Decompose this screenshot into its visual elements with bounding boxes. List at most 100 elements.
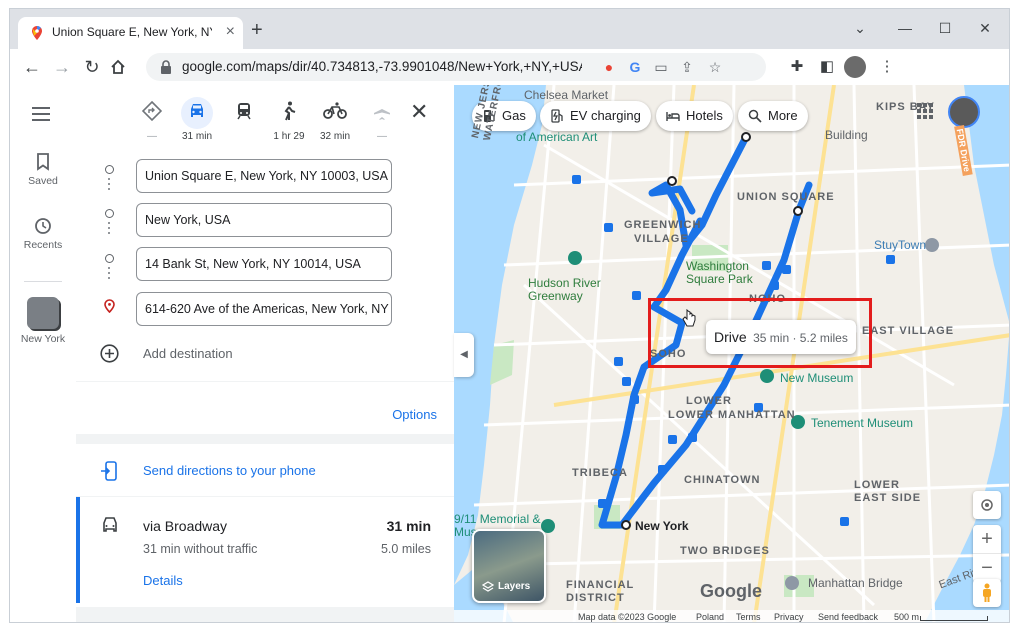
- directions-inputs-card: — 31 min 1 hr 29 32 min — ✕ Union Square…: [76, 85, 454, 381]
- send-to-phone-label: Send directions to your phone: [143, 463, 316, 478]
- map-label-kips-bay: KIPS BAY: [876, 101, 935, 113]
- history-icon: [35, 218, 51, 234]
- close-window-button[interactable]: ✕: [965, 15, 1005, 41]
- chip-ev-charging[interactable]: EV charging: [540, 101, 651, 131]
- pegman-button[interactable]: [973, 579, 1001, 607]
- recents-button[interactable]: Recents: [10, 217, 76, 251]
- maximize-button[interactable]: ☐: [925, 15, 965, 41]
- stop-connector: [108, 219, 111, 237]
- collapse-panel-button[interactable]: ◀: [454, 333, 474, 377]
- send-to-phone-card[interactable]: Send directions to your phone: [76, 444, 454, 496]
- home-icon[interactable]: [110, 59, 126, 75]
- install-app-icon[interactable]: ▭: [652, 58, 670, 76]
- close-directions-icon[interactable]: ✕: [410, 101, 428, 123]
- reload-icon[interactable]: ↻: [80, 55, 104, 79]
- browser-window: Union Square E, New York, NY 10... × + ⌄…: [9, 8, 1010, 623]
- map-canvas[interactable]: Gas EV charging Hotels More KIPS BAY Bui…: [454, 85, 1009, 622]
- destination-pin-icon: [104, 299, 115, 313]
- options-button[interactable]: Options: [392, 407, 437, 422]
- url-text[interactable]: google.com/maps/dir/40.734813,-73.990104…: [182, 59, 582, 74]
- map-label-washington-park: Washington Square Park: [686, 259, 753, 286]
- map-scale[interactable]: 500 m: [894, 612, 919, 622]
- menu-kebab-icon[interactable]: ⋮: [876, 56, 898, 78]
- minimize-button[interactable]: —: [885, 15, 925, 41]
- tab-search-icon[interactable]: ⌄: [840, 15, 880, 41]
- map-label-new-york: New York: [635, 519, 689, 533]
- map-label-building: Building: [825, 128, 868, 142]
- account-avatar[interactable]: [948, 96, 980, 128]
- share-icon[interactable]: ⇪: [678, 58, 696, 76]
- footer-privacy[interactable]: Privacy: [774, 612, 804, 622]
- map-label-chinatown: CHINATOWN: [684, 474, 761, 486]
- map-label-greenwich: GREENWICH: [624, 219, 702, 231]
- options-card: Options: [76, 382, 454, 434]
- browser-toolbar: ← → ↻ google.com/maps/dir/40.734813,-73.…: [10, 49, 1009, 86]
- tab-title: Union Square E, New York, NY 10...: [52, 25, 212, 39]
- mode-cycling-label: 32 min: [319, 131, 350, 142]
- stop-marker: [621, 520, 631, 530]
- mode-cycling[interactable]: 32 min: [313, 97, 357, 142]
- stop-1-circle-icon: [105, 165, 114, 174]
- chip-more-label: More: [768, 108, 798, 123]
- footer-send-feedback[interactable]: Send feedback: [818, 612, 878, 622]
- mode-flights[interactable]: —: [360, 97, 404, 142]
- zoom-in-button[interactable]: +: [973, 525, 1001, 554]
- stop-1-input[interactable]: Union Square E, New York, NY 10003, USA: [136, 159, 392, 193]
- bookmark-icon: [37, 153, 49, 171]
- profile-avatar[interactable]: [844, 56, 866, 78]
- airplane-icon: [374, 102, 390, 120]
- map-label-lower-manhattan: LOWER MANHATTAN: [668, 409, 796, 421]
- mode-driving[interactable]: 31 min: [175, 97, 219, 142]
- chip-hotels[interactable]: Hotels: [656, 101, 733, 131]
- back-icon[interactable]: ←: [20, 55, 44, 79]
- route-card[interactable]: via Broadway 31 min 31 min without traff…: [76, 497, 454, 607]
- car-icon: [103, 517, 117, 532]
- address-bar[interactable]: google.com/maps/dir/40.734813,-73.990104…: [146, 53, 766, 81]
- chip-more[interactable]: More: [738, 101, 808, 131]
- zoom-out-button[interactable]: −: [973, 554, 1001, 582]
- forward-icon[interactable]: →: [50, 55, 74, 79]
- side-panel-icon[interactable]: ◧: [816, 56, 838, 78]
- stop-3-input[interactable]: 14 Bank St, New York, NY 10014, USA: [136, 247, 392, 281]
- mode-walking-label: 1 hr 29: [273, 131, 305, 142]
- zoom-controls: + −: [973, 525, 1001, 583]
- saved-button[interactable]: Saved: [10, 153, 76, 187]
- footer-terms[interactable]: Terms: [736, 612, 761, 622]
- add-destination-button[interactable]: Add destination: [143, 346, 233, 361]
- tab-close-icon[interactable]: ×: [226, 24, 235, 40]
- chip-hotels-label: Hotels: [686, 108, 723, 123]
- my-location-button[interactable]: [973, 491, 1001, 519]
- add-circle-icon[interactable]: [100, 344, 119, 363]
- route-details-link[interactable]: Details: [143, 573, 183, 588]
- map-label-stuytown: StuyTown: [874, 238, 927, 252]
- bicycle-icon: [323, 102, 347, 119]
- google-logo: Google: [700, 581, 762, 601]
- new-tab-button[interactable]: +: [251, 20, 263, 40]
- bookmark-star-icon[interactable]: ☆: [706, 58, 724, 76]
- mode-transit[interactable]: [222, 97, 266, 131]
- mode-flights-dash: —: [377, 131, 387, 142]
- recents-label: Recents: [23, 239, 63, 251]
- stop-connector: [108, 175, 111, 193]
- route-time: 31 min: [386, 518, 431, 534]
- stop-2-input[interactable]: New York, USA: [136, 203, 392, 237]
- recent-place-new-york[interactable]: New York: [10, 297, 76, 345]
- maps-content: Saved Recents New York — 31 min 1 hr 29 …: [10, 85, 1009, 622]
- mode-walking[interactable]: 1 hr 29: [267, 97, 311, 142]
- extensions-puzzle-icon[interactable]: ✚: [786, 56, 808, 78]
- footer-region[interactable]: Poland: [696, 612, 724, 622]
- directions-panel: — 31 min 1 hr 29 32 min — ✕ Union Square…: [76, 85, 454, 622]
- chip-ev-label: EV charging: [570, 108, 641, 123]
- location-blocked-icon[interactable]: ●: [600, 58, 618, 76]
- lock-icon[interactable]: [158, 59, 174, 75]
- ev-charging-icon: [551, 109, 563, 123]
- map-label-chelsea-market: Chelsea Market: [524, 88, 609, 102]
- map-label-union-square: UNION SQUARE: [737, 191, 835, 203]
- stop-4-input[interactable]: 614-620 Ave of the Americas, New York, N…: [136, 292, 392, 326]
- route-traffic: 31 min without traffic: [143, 542, 258, 556]
- browser-tab[interactable]: Union Square E, New York, NY 10... ×: [18, 17, 243, 49]
- layers-button[interactable]: Layers: [472, 529, 546, 603]
- menu-hamburger-icon[interactable]: [32, 107, 50, 121]
- google-lens-icon[interactable]: G: [626, 58, 644, 76]
- mode-best[interactable]: —: [130, 97, 174, 142]
